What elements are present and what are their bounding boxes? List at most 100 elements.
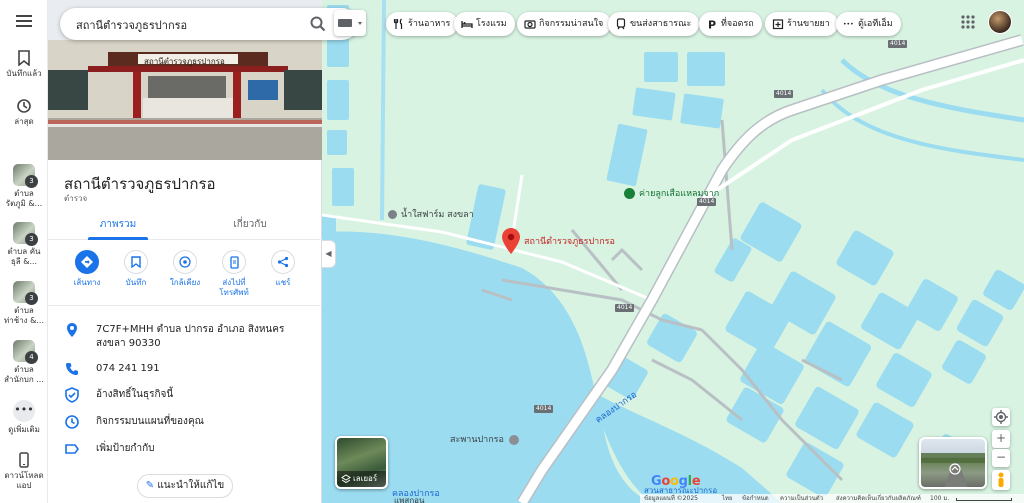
feedback-link[interactable]: ส่งความคิดเห็นเกี่ยวกับผลิตภัณฑ์ xyxy=(836,494,921,503)
chip-hotels[interactable]: โรงแรม xyxy=(454,12,515,36)
scale-bar xyxy=(956,498,1012,501)
language-link[interactable]: ไทย xyxy=(722,494,733,503)
layers-toggle[interactable]: เลเยอร์ xyxy=(335,436,388,489)
farm-icon xyxy=(388,210,397,219)
keyboard-icon xyxy=(338,19,362,27)
chip-parking[interactable]: P ที่จอดรถ xyxy=(699,12,762,36)
download-label: ดาวน์โหลด แอป xyxy=(4,471,44,490)
pin-icon xyxy=(502,228,520,254)
chip-label: ตู้เอทีเอ็ม xyxy=(858,19,893,29)
chip-label: ที่จอดรถ xyxy=(721,19,754,29)
poi-bottom-label[interactable]: แพสุกอน xyxy=(394,494,424,503)
map-canvas[interactable]: 4014 4014 4014 4014 4014 ค่ายลูกเสือแหลม… xyxy=(322,0,1024,503)
chip-attractions[interactable]: กิจกรรมน่าสนใจ xyxy=(517,12,612,36)
recent-place-item[interactable]: 3 ตำบล รัตภูมิ &... xyxy=(0,164,48,209)
fork-knife-icon xyxy=(393,18,403,29)
count-badge: 3 xyxy=(25,292,38,305)
more-dots-icon: ••• xyxy=(13,400,35,422)
my-location-button[interactable] xyxy=(992,408,1010,426)
map-pin[interactable] xyxy=(502,228,520,254)
chip-pharmacy[interactable]: ร้านขายยา xyxy=(765,12,838,36)
camera-icon xyxy=(524,20,536,29)
poi-bridge-label[interactable]: สะพานปากรอ xyxy=(450,432,519,446)
chip-restaurants[interactable]: ร้านอาหาร xyxy=(386,12,459,36)
recent-button[interactable]: ล่าสุด xyxy=(0,98,48,127)
suggest-edit-button[interactable]: ✎ แนะนำให้แก้ไข xyxy=(137,474,233,498)
share-button[interactable]: แชร์ xyxy=(256,250,310,288)
zoom-in-button[interactable]: + xyxy=(992,430,1010,448)
svg-text:P: P xyxy=(708,19,716,31)
search-box[interactable]: สถานีตำรวจภูธรปากรอ xyxy=(60,8,358,40)
search-input[interactable]: สถานีตำรวจภูธรปากรอ xyxy=(76,16,187,34)
more-button[interactable]: ••• ดูเพิ่มเติม xyxy=(0,400,48,435)
address-text: 7C7F+MHH ตำบล ปากรอ อำเภอ สิงหนคร สงขลา … xyxy=(96,324,285,349)
directions-icon xyxy=(75,250,99,274)
phone-text: 074 241 191 xyxy=(96,363,160,374)
place-thumbnail: 4 xyxy=(13,340,38,364)
chip-label: โรงแรม xyxy=(476,19,507,29)
poi-farm-label[interactable]: น้ำใสฟาร์ม สงขลา xyxy=(388,207,474,221)
chip-atm[interactable]: ••• ตู้เอทีเอ็ม xyxy=(836,12,901,36)
account-avatar[interactable] xyxy=(988,10,1012,34)
recent-place-item[interactable]: 3 ตำบล ท่าช้าง &... xyxy=(0,281,48,326)
svg-text:•••: ••• xyxy=(843,21,854,28)
map-graphics xyxy=(322,0,1024,503)
layers-icon xyxy=(341,474,351,484)
recent-place-label: ตำบล สำนักบก ... xyxy=(4,365,44,384)
minus-icon: − xyxy=(995,450,1007,464)
scale-label[interactable]: 100 ม. xyxy=(930,494,949,503)
chevron-left-icon: ◀ xyxy=(325,249,332,258)
save-button[interactable]: บันทึก xyxy=(109,250,163,288)
privacy-link[interactable]: ความเป็นส่วนตัว xyxy=(780,494,823,503)
download-app-button[interactable]: ดาวน์โหลด แอป xyxy=(0,452,48,491)
tab-overview[interactable]: ภาพรวม xyxy=(58,217,178,232)
place-thumbnail: 3 xyxy=(13,222,38,246)
chip-label: ร้านขายยา xyxy=(787,19,830,29)
tab-about[interactable]: เกี่ยวกับ xyxy=(190,217,310,232)
left-rail: บันทึกแล้ว ล่าสุด 3 ตำบล รัตภูมิ &... 3 … xyxy=(0,0,48,503)
save-label: บันทึก xyxy=(125,278,147,287)
count-badge: 3 xyxy=(25,233,38,246)
place-thumbnail: 3 xyxy=(13,164,38,188)
chip-label: ขนส่งสาธารณะ xyxy=(630,19,692,29)
place-category[interactable]: ตำรวจ xyxy=(64,192,87,205)
recent-place-label: ตำบล ท่าช้าง &... xyxy=(3,306,44,325)
pegman-button[interactable] xyxy=(992,470,1010,490)
recent-place-label: ตำบล รัตภูมิ &... xyxy=(5,189,43,208)
apps-grid-icon[interactable] xyxy=(960,14,976,30)
keyboard-toggle-button[interactable] xyxy=(334,10,366,36)
chip-transit[interactable]: ขนส่งสาธารณะ xyxy=(608,12,700,36)
nearby-icon xyxy=(173,250,197,274)
chip-label: กิจกรรมน่าสนใจ xyxy=(539,19,604,29)
map-footer: ข้อมูลแผนที่ ©2025 ไทย ข้อกำหนด ความเป็น… xyxy=(640,494,1024,503)
send-to-phone-button[interactable]: ส่งไปที่ โทรศัพท์ xyxy=(207,250,261,298)
bookmark-icon xyxy=(124,250,148,274)
nearby-button[interactable]: ใกล้เคียง xyxy=(158,250,212,288)
road-shield: 4014 xyxy=(774,90,794,98)
terms-link[interactable]: ข้อกำหนด xyxy=(742,494,769,503)
directions-button[interactable]: เส้นทาง xyxy=(60,250,114,288)
recent-place-item[interactable]: 3 ตำบล คัน ธุลี &... xyxy=(0,222,48,267)
share-icon xyxy=(271,250,295,274)
camp-icon xyxy=(624,188,635,199)
street-view-thumbnail[interactable] xyxy=(919,437,987,489)
collapse-panel-button[interactable]: ◀ xyxy=(322,240,336,268)
label-icon xyxy=(65,444,79,454)
zoom-out-button[interactable]: − xyxy=(992,449,1010,467)
suggest-edit-label: แนะนำให้แก้ไข xyxy=(157,480,225,491)
history-icon xyxy=(17,99,31,113)
directions-label: เส้นทาง xyxy=(73,278,101,287)
poi-camp-label[interactable]: ค่ายลูกเสือแหลมจาก xyxy=(624,186,719,200)
search-icon[interactable] xyxy=(308,14,328,34)
recent-place-label: ตำบล คัน ธุลี &... xyxy=(7,247,41,266)
place-tabs: ภาพรวม เกี่ยวกับ xyxy=(48,210,322,240)
saved-button[interactable]: บันทึกแล้ว xyxy=(0,50,48,79)
pin-label[interactable]: สถานีตำรวจภูธรปากรอ xyxy=(524,234,615,248)
share-label: แชร์ xyxy=(275,278,291,287)
train-icon xyxy=(616,18,626,30)
sign-text: สถานีตำรวจภูธรปากรอ xyxy=(144,57,225,66)
recent-place-item[interactable]: 4 ตำบล สำนักบก ... xyxy=(0,340,48,385)
parking-icon: P xyxy=(708,19,716,31)
menu-button[interactable] xyxy=(0,14,48,28)
count-badge: 3 xyxy=(25,175,38,188)
